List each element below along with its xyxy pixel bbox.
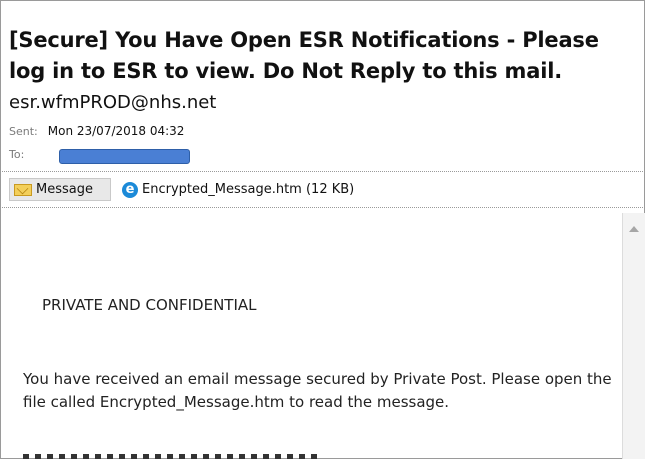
message-paragraph: You have received an email message secur… bbox=[23, 370, 612, 411]
scroll-up-arrow-icon[interactable] bbox=[629, 226, 639, 232]
dashed-separator bbox=[23, 454, 323, 459]
to-row: To: bbox=[9, 147, 190, 164]
sender-address[interactable]: esr.wfmPROD@nhs.net bbox=[9, 92, 216, 113]
message-tab-label: Message bbox=[36, 182, 93, 197]
attachment-file[interactable]: e Encrypted_Message.htm (12 KB) bbox=[122, 178, 354, 201]
sent-row: Sent: Mon 23/07/2018 04:32 bbox=[9, 124, 184, 138]
envelope-icon bbox=[14, 183, 32, 196]
attachment-divider bbox=[0, 207, 645, 208]
sent-timestamp: Mon 23/07/2018 04:32 bbox=[47, 124, 185, 138]
to-label: To: bbox=[9, 148, 25, 161]
sent-label: Sent: bbox=[9, 125, 38, 138]
email-subject: [Secure] You Have Open ESR Notifications… bbox=[9, 28, 599, 83]
message-tab[interactable]: Message bbox=[9, 178, 111, 201]
header-divider bbox=[0, 171, 645, 172]
internet-explorer-icon: e bbox=[122, 181, 138, 198]
message-body-pane bbox=[0, 211, 645, 459]
vertical-scrollbar[interactable] bbox=[622, 213, 645, 459]
redacted-recipient bbox=[59, 149, 190, 164]
confidential-heading: PRIVATE AND CONFIDENTIAL bbox=[42, 296, 257, 314]
attachment-bar: Message e Encrypted_Message.htm (12 KB) bbox=[0, 175, 645, 203]
attachment-file-label: Encrypted_Message.htm (12 KB) bbox=[142, 182, 355, 197]
